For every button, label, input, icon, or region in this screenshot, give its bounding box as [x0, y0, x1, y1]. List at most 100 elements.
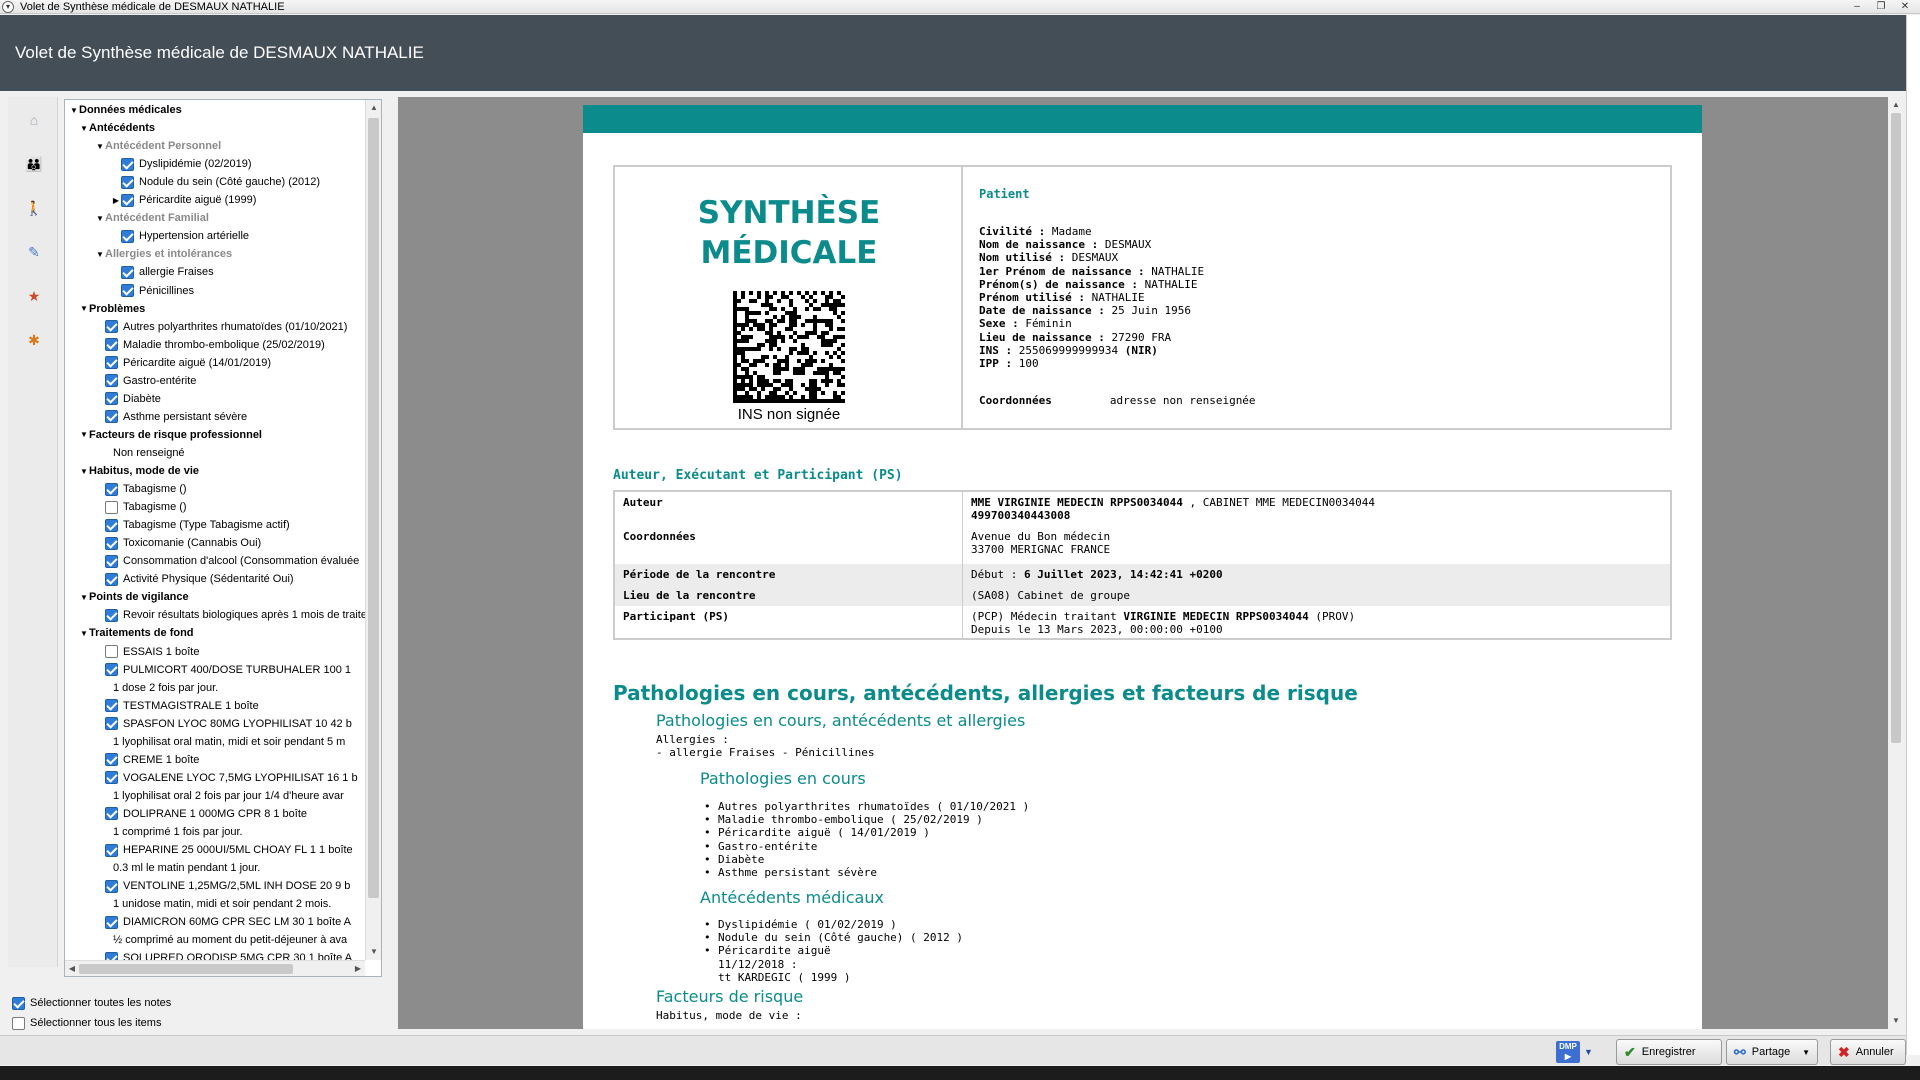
tree-row[interactable]: ▼ Habitus, mode de vie [79, 462, 199, 480]
tree-row[interactable]: Tabagisme (Type Tabagisme actif) [95, 516, 290, 534]
tree-checkbox[interactable] [105, 392, 118, 406]
tree-row[interactable]: Activité Physique (Sédentarité Oui) [95, 570, 294, 588]
tree-checkbox[interactable] [105, 699, 118, 713]
tree-row[interactable]: ▶ Péricardite aiguë (1999) [111, 191, 256, 209]
tree-row[interactable]: HEPARINE 25 000UI/5ML CHOAY FL 1 1 boîte [95, 841, 353, 859]
viewer-scroll-down-icon[interactable]: ▼ [1888, 1013, 1904, 1029]
tree-checkbox[interactable] [105, 915, 118, 929]
tree-row[interactable]: ESSAIS 1 boîte [95, 643, 199, 661]
select-all-notes-option[interactable]: Sélectionner toutes les notes [12, 993, 171, 1013]
tree-row[interactable]: 1 lyophilisat oral 2 fois par jour 1/4 d… [95, 787, 344, 805]
tree-row[interactable]: CREME 1 boîte [95, 751, 199, 769]
tree-row[interactable]: Maladie thrombo-embolique (25/02/2019) [95, 336, 325, 354]
tree-checkbox[interactable] [105, 753, 118, 767]
expand-down-icon[interactable]: ▼ [79, 629, 89, 638]
tree-row[interactable]: ▼ Antécédent Personnel [95, 137, 221, 155]
tree-row[interactable]: DOLIPRANE 1 000MG CPR 8 1 boîte [95, 805, 307, 823]
person-icon[interactable]: 🚶 [25, 199, 43, 217]
tree-checkbox[interactable] [105, 374, 118, 388]
tree-row[interactable]: TESTMAGISTRALE 1 boîte [95, 697, 259, 715]
tree-row[interactable]: ▼ Traitements de fond [79, 624, 194, 642]
viewer-scroll-thumb[interactable] [1891, 113, 1901, 743]
tree-row[interactable]: 0.3 ml le matin pendant 1 jour. [95, 859, 260, 877]
tree-checkbox[interactable] [121, 284, 134, 297]
tree-checkbox[interactable] [105, 843, 118, 857]
tree-row[interactable]: VENTOLINE 1,25MG/2,5ML INH DOSE 20 9 b [95, 877, 350, 895]
share-button[interactable]: ⚯ Partage ▼ [1726, 1039, 1818, 1065]
tree-checkbox[interactable] [105, 645, 118, 658]
tree-row[interactable]: Dyslipidémie (02/2019) [111, 155, 252, 173]
tree-checkbox[interactable] [121, 175, 134, 189]
expand-right-icon[interactable]: ▶ [111, 196, 121, 205]
restore-icon[interactable]: ❐ [1872, 1, 1890, 13]
tree-checkbox[interactable] [105, 951, 118, 960]
tree-row[interactable]: 1 unidose matin, midi et soir pendant 2 … [95, 895, 331, 913]
tree-checkbox[interactable] [105, 608, 118, 622]
tree-row[interactable]: Tabagisme () [95, 480, 187, 498]
tree-row[interactable]: Gastro-entérite [95, 372, 196, 390]
tree-checkbox[interactable] [105, 356, 118, 370]
chevron-down-icon[interactable]: ▼ [1584, 1047, 1593, 1057]
expand-down-icon[interactable]: ▼ [95, 250, 105, 259]
tools-icon[interactable]: ✱ [25, 331, 43, 349]
expand-down-icon[interactable]: ▼ [69, 106, 79, 115]
tree-row[interactable]: ▼ Antécédents [79, 119, 155, 137]
tree-vertical-scrollbar[interactable]: ▲ ▼ [365, 100, 381, 960]
select-all-notes-checkbox[interactable] [12, 996, 25, 1010]
tree-row[interactable]: Revoir résultats biologiques après 1 moi… [95, 606, 365, 624]
tree-checkbox[interactable] [105, 771, 118, 785]
tree-row[interactable]: Toxicomanie (Cannabis Oui) [95, 534, 261, 552]
tree-checkbox[interactable] [105, 518, 118, 532]
viewer-vertical-scrollbar[interactable]: ▲ ▼ [1888, 97, 1904, 1029]
expand-down-icon[interactable]: ▼ [79, 593, 89, 602]
tree-row[interactable]: ▼ Facteurs de risque professionnel [79, 426, 262, 444]
tree-row[interactable]: 1 dose 2 fois par jour. [95, 679, 218, 697]
document-viewer[interactable]: SYNTHÈSE MÉDICALE INS non signée Patient… [398, 97, 1888, 1029]
tree-row[interactable]: ▼ Points de vigilance [79, 588, 189, 606]
expand-down-icon[interactable]: ▼ [79, 124, 89, 133]
tree-checkbox[interactable] [105, 338, 118, 352]
star-icon[interactable]: ★ [25, 287, 43, 305]
tree-row[interactable]: DIAMICRON 60MG CPR SEC LM 30 1 boîte A [95, 913, 351, 931]
tree-checkbox[interactable] [105, 717, 118, 731]
select-all-items-checkbox[interactable] [12, 1016, 25, 1030]
tree-checkbox[interactable] [121, 265, 134, 279]
tree-row[interactable]: ▼ Données médicales [69, 101, 182, 119]
tree-checkbox[interactable] [105, 807, 118, 821]
close-icon[interactable]: ✕ [1896, 1, 1914, 13]
tree-row[interactable]: PULMICORT 400/DOSE TURBUHALER 100 1 [95, 661, 351, 679]
scroll-up-icon[interactable]: ▲ [366, 100, 381, 116]
window-menu-icon[interactable]: ▾ [2, 0, 14, 13]
tree-row[interactable]: Asthme persistant sévère [95, 408, 247, 426]
expand-down-icon[interactable]: ▼ [79, 304, 89, 313]
tree-row[interactable]: Nodule du sein (Côté gauche) (2012) [111, 173, 320, 191]
tree-row[interactable]: SOLUPRED ORODISP 5MG CPR 30 1 boîte A [95, 949, 352, 960]
tree-row[interactable]: 1 comprimé 1 fois par jour. [95, 823, 243, 841]
tree-row[interactable]: SPASFON LYOC 80MG LYOPHILISAT 10 42 b [95, 715, 352, 733]
home-icon[interactable]: ⌂ [25, 111, 43, 129]
scroll-right-icon[interactable]: ▶ [351, 961, 365, 976]
tree-checkbox[interactable] [105, 320, 118, 334]
expand-down-icon[interactable]: ▼ [79, 430, 89, 439]
tree-row[interactable]: Non renseigné [95, 444, 185, 462]
pencil-icon[interactable]: ✎ [25, 243, 43, 261]
tree-row[interactable]: allergie Fraises [111, 263, 214, 281]
tree-row[interactable]: ½ comprimé au moment du petit-déjeuner à… [95, 931, 347, 949]
tree-horizontal-scroll-thumb[interactable] [79, 964, 293, 974]
select-all-items-option[interactable]: Sélectionner tous les items [12, 1013, 171, 1033]
cancel-button[interactable]: ✖ Annuler [1830, 1039, 1906, 1065]
tree-checkbox[interactable] [121, 157, 134, 171]
tree-checkbox[interactable] [121, 193, 134, 207]
tree-checkbox[interactable] [105, 500, 118, 514]
dmp-button[interactable]: DMP ▶ ▼ [1556, 1040, 1602, 1064]
tree-row[interactable]: ▼ Antécédent Familial [95, 209, 209, 227]
tree-row[interactable]: ▼ Allergies et intolérances [95, 245, 232, 263]
scroll-down-icon[interactable]: ▼ [366, 944, 381, 960]
tree-row[interactable]: Pénicillines [111, 282, 194, 300]
family-icon[interactable]: 👪 [25, 155, 43, 173]
minimize-icon[interactable]: – [1848, 1, 1866, 13]
tree-row[interactable]: Péricardite aiguë (14/01/2019) [95, 354, 271, 372]
viewer-scroll-up-icon[interactable]: ▲ [1888, 97, 1904, 113]
tree-row[interactable]: Hypertension artérielle [111, 227, 249, 245]
tree-row[interactable]: VOGALENE LYOC 7,5MG LYOPHILISAT 16 1 b [95, 769, 358, 787]
